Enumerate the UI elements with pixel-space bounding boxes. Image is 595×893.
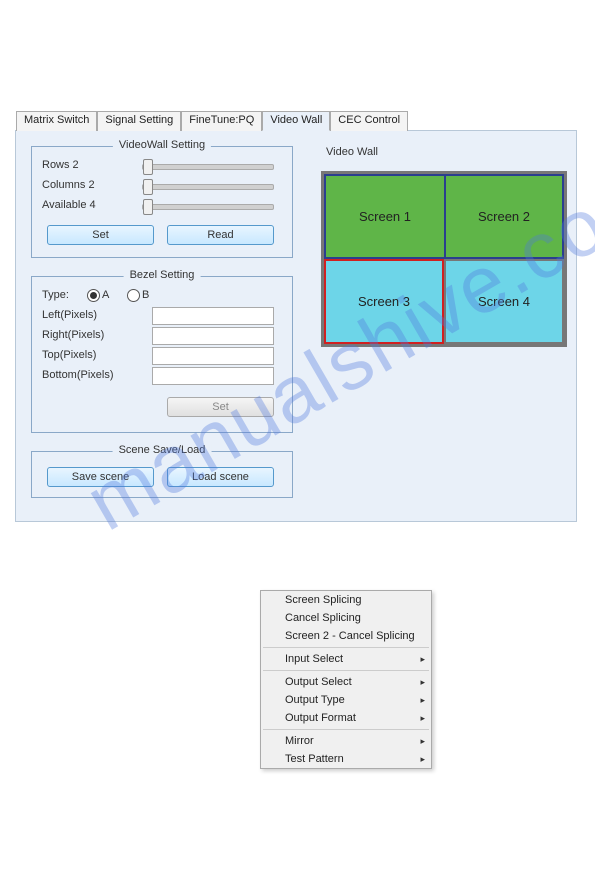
menu-input-select[interactable]: Input Select▸ [261,650,431,668]
menu-output-format[interactable]: Output Format▸ [261,709,431,727]
columns-slider[interactable] [142,184,274,190]
menu-output-select[interactable]: Output Select▸ [261,673,431,691]
radio-a-label: A [102,289,109,301]
menu-mirror[interactable]: Mirror▸ [261,732,431,750]
screen-3[interactable]: Screen 3 [324,259,444,344]
type-label: Type: [42,289,69,301]
menu-separator [263,670,429,671]
main-panel: Matrix Switch Signal Setting FineTune:PQ… [15,130,577,522]
chevron-right-icon: ▸ [420,713,425,724]
radio-b-label: B [142,289,149,301]
right-pixels-input[interactable] [152,327,274,345]
rows-slider[interactable] [142,164,274,170]
top-pixels-label: Top(Pixels) [42,349,96,361]
menu-screen2-cancel[interactable]: Screen 2 - Cancel Splicing [261,627,431,645]
tabs-bar: Matrix Switch Signal Setting FineTune:PQ… [16,111,408,131]
screen-1[interactable]: Screen 1 [324,174,444,259]
left-pixels-label: Left(Pixels) [42,309,97,321]
tab-cec-control[interactable]: CEC Control [330,111,408,131]
menu-separator [263,647,429,648]
bezel-set-button[interactable]: Set [167,397,274,417]
rows-label: Rows 2 [42,159,79,171]
read-button[interactable]: Read [167,225,274,245]
bottom-pixels-label: Bottom(Pixels) [42,369,114,381]
save-scene-button[interactable]: Save scene [47,467,154,487]
bottom-pixels-input[interactable] [152,367,274,385]
screen-4[interactable]: Screen 4 [444,259,564,344]
tab-finetune-pq[interactable]: FineTune:PQ [181,111,262,131]
splicing-divider [444,176,445,257]
menu-separator [263,729,429,730]
scene-title: Scene Save/Load [113,444,212,456]
columns-label: Columns 2 [42,179,95,191]
videowall-grid: Screen 1 Screen 2 Screen 3 Screen 4 [321,171,567,347]
left-pixels-input[interactable] [152,307,274,325]
available-label: Available 4 [42,199,96,211]
videowall-setting-group: VideoWall Setting Rows 2 Columns 2 Avail… [31,146,293,258]
videowall-setting-title: VideoWall Setting [113,139,211,151]
menu-output-type[interactable]: Output Type▸ [261,691,431,709]
menu-test-pattern[interactable]: Test Pattern▸ [261,750,431,768]
chevron-right-icon: ▸ [420,754,425,765]
menu-cancel-splicing[interactable]: Cancel Splicing [261,609,431,627]
radio-a[interactable] [87,289,100,302]
right-pixels-label: Right(Pixels) [42,329,104,341]
load-scene-button[interactable]: Load scene [167,467,274,487]
tab-signal-setting[interactable]: Signal Setting [97,111,181,131]
chevron-right-icon: ▸ [420,677,425,688]
top-pixels-input[interactable] [152,347,274,365]
videowall-preview-title: Video Wall [326,146,378,158]
menu-screen-splicing[interactable]: Screen Splicing [261,591,431,609]
chevron-right-icon: ▸ [420,736,425,747]
screen-2[interactable]: Screen 2 [444,174,564,259]
context-menu: Screen Splicing Cancel Splicing Screen 2… [260,590,432,769]
radio-b[interactable] [127,289,140,302]
bezel-setting-title: Bezel Setting [124,269,201,281]
tab-video-wall[interactable]: Video Wall [262,111,330,131]
scene-group: Scene Save/Load Save scene Load scene [31,451,293,498]
tab-matrix-switch[interactable]: Matrix Switch [16,111,97,131]
available-slider[interactable] [142,204,274,210]
chevron-right-icon: ▸ [420,654,425,665]
chevron-right-icon: ▸ [420,695,425,706]
bezel-setting-group: Bezel Setting Type: A B Left(Pixels) Rig… [31,276,293,433]
set-button[interactable]: Set [47,225,154,245]
